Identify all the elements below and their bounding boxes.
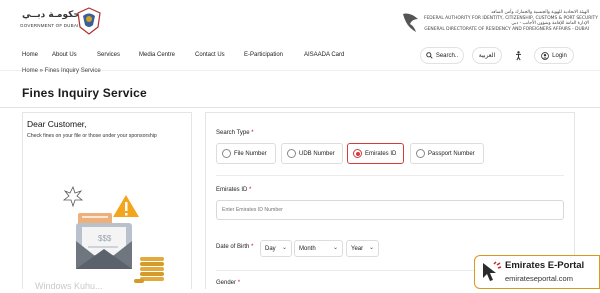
radio-label: Passport Number (428, 150, 475, 157)
day-select[interactable]: Day ⌄ (260, 240, 292, 257)
dubai-emblem-icon (77, 7, 101, 35)
divider (0, 107, 600, 108)
required-mark: * (251, 244, 254, 250)
description-text: Check fines on your file or those under … (27, 133, 157, 139)
accessibility-button[interactable] (510, 47, 527, 64)
login-button[interactable]: Login (534, 47, 574, 64)
greeting-text: Dear Customer, (27, 119, 87, 129)
day-select-label: Day (265, 245, 276, 252)
coin-stack-icon (134, 257, 164, 283)
chevron-down-icon: ⌄ (332, 245, 338, 251)
radio-circle-icon (222, 149, 231, 158)
nav-home[interactable]: Home (22, 52, 38, 58)
emirates-id-input[interactable] (216, 200, 564, 220)
accessibility-icon (516, 50, 521, 60)
nav-e-participation[interactable]: E-Participation (244, 52, 283, 58)
gender-label-text: Gender (216, 280, 237, 286)
fines-illustration-icon: $$$ (62, 185, 164, 283)
svg-text:$$$: $$$ (98, 234, 112, 243)
search-button[interactable]: Search.. (420, 47, 464, 64)
gdrfa-line-4: GENERAL DIRECTORATE OF RESIDENCY AND FOR… (424, 26, 589, 32)
radio-passport-number[interactable]: Passport Number (410, 143, 484, 164)
nav-services[interactable]: Services (97, 52, 120, 58)
user-icon (541, 51, 549, 60)
year-select-label: Year (351, 245, 364, 252)
dubai-government-logo[interactable]: حكومـة دبــي GOVERNMENT OF DUBAI (20, 7, 101, 35)
language-toggle[interactable]: العربية (472, 47, 502, 64)
emirates-id-label: Emirates ID * (216, 187, 251, 193)
chevron-down-icon: ⌄ (368, 245, 374, 251)
gov-logo-arabic: حكومـة دبــي (22, 10, 80, 20)
dob-label: Date of Birth * (216, 244, 253, 250)
nav-contact-us[interactable]: Contact Us (195, 52, 225, 58)
badge-title: Emirates E-Portal (505, 260, 585, 271)
search-label: Search.. (435, 52, 459, 59)
emirates-id-label-text: Emirates ID (216, 187, 248, 193)
year-select[interactable]: Year ⌄ (346, 240, 379, 257)
search-type-label-text: Search Type (216, 130, 250, 136)
radio-emirates-id[interactable]: Emirates ID (347, 143, 404, 164)
month-select[interactable]: Month ⌄ (294, 240, 343, 257)
search-type-label: Search Type * (216, 130, 254, 136)
nav-aisaada-card[interactable]: AISAADA Card (304, 52, 344, 58)
nav-media-centre[interactable]: Media Centre (139, 52, 175, 58)
nav-about-us[interactable]: About Us (52, 52, 77, 58)
gov-logo-english: GOVERNMENT OF DUBAI (20, 23, 79, 28)
cursor-click-icon (483, 261, 502, 281)
month-select-label: Month (299, 245, 316, 252)
badge-url: emirateseportal.com (505, 274, 573, 283)
radio-circle-icon (416, 149, 425, 158)
radio-circle-icon (287, 149, 296, 158)
arabic-label: العربية (478, 52, 496, 59)
radio-label: Emirates ID (365, 150, 397, 157)
radio-label: UDB Number (299, 150, 335, 157)
required-mark: * (251, 130, 254, 136)
gdrfa-logo[interactable]: الهيئة الاتحادية للهوية والجنسية والجمار… (400, 8, 598, 38)
login-label: Login (552, 52, 567, 59)
required-mark: * (237, 280, 241, 286)
radio-selected-icon (353, 149, 362, 158)
gender-label: Gender * (216, 280, 240, 286)
top-header: حكومـة دبــي GOVERNMENT OF DUBAI الهيئة … (0, 0, 600, 42)
radio-label: File Number (234, 150, 267, 157)
breadcrumb[interactable]: Home » Fines Inquiry Service (22, 68, 101, 74)
dob-label-text: Date of Birth (216, 244, 250, 250)
search-icon (426, 52, 433, 59)
separator (216, 175, 564, 176)
required-mark: * (249, 187, 252, 193)
page-title: Fines Inquiry Service (22, 86, 147, 100)
emirates-eportal-badge[interactable]: Emirates E-Portal emirateseportal.com (474, 255, 600, 289)
radio-udb-number[interactable]: UDB Number (281, 143, 343, 164)
burst-decoration-icon (62, 185, 84, 208)
chevron-down-icon: ⌄ (281, 245, 287, 251)
radio-file-number[interactable]: File Number (216, 143, 276, 164)
watermark-text: Windows Kuhu... (35, 281, 103, 291)
gdrfa-text: الهيئة الاتحادية للهوية والجنسية والجمار… (424, 10, 598, 32)
main-nav: Home About Us Services Media Centre Cont… (0, 42, 600, 71)
falcon-emblem-icon (403, 13, 418, 32)
info-panel: Dear Customer, Check fines on your file … (22, 112, 192, 291)
